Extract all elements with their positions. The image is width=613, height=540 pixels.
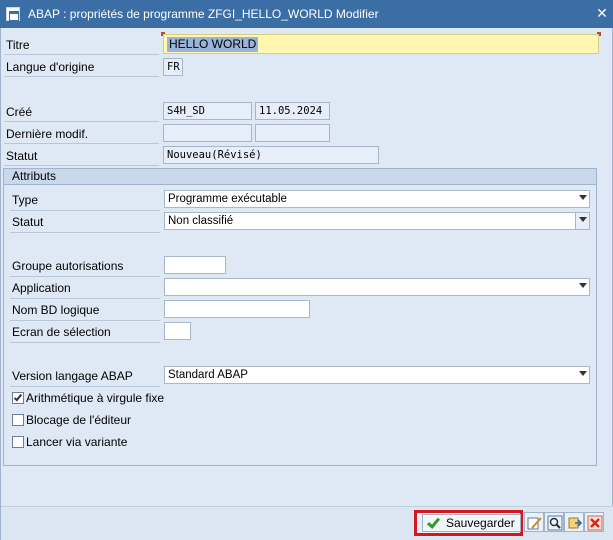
divider <box>10 210 160 211</box>
version-select[interactable]: Standard ABAP <box>164 366 590 384</box>
edit-source-icon <box>527 517 542 530</box>
version-value: Standard ABAP <box>168 369 248 381</box>
modif-label: Dernière modif. <box>6 127 89 141</box>
window-titlebar: ABAP : propriétés de programme ZFGI_HELL… <box>0 0 613 28</box>
attr-statut-label: Statut <box>12 215 44 229</box>
type-label: Type <box>12 193 39 207</box>
langue-label: Langue d'origine <box>6 60 95 74</box>
sap-window-icon <box>6 7 20 21</box>
application-select[interactable] <box>164 278 590 296</box>
checkmark-icon <box>13 392 23 402</box>
divider <box>4 54 159 55</box>
dropdown-button[interactable] <box>575 213 589 229</box>
required-marker <box>597 32 601 36</box>
cree-date-field[interactable]: 11.05.2024 <box>255 102 330 120</box>
chevron-down-icon <box>579 217 587 222</box>
save-button-label: Sauvegarder <box>446 516 515 530</box>
langue-field[interactable]: FR <box>163 58 183 76</box>
edit-source-button[interactable] <box>524 512 544 532</box>
arithmetique-label: Arithmétique à virgule fixe <box>26 391 165 405</box>
nombd-input[interactable] <box>164 300 310 318</box>
window-close-icon[interactable]: ✕ <box>595 6 609 20</box>
groupe-label: Groupe autorisations <box>12 259 124 273</box>
cancel-icon <box>587 515 603 531</box>
divider <box>4 165 159 166</box>
transport-icon <box>568 517 583 529</box>
nombd-label: Nom BD logique <box>12 303 100 317</box>
transport-button[interactable] <box>564 512 584 532</box>
ecran-label: Ecran de sélection <box>12 325 111 339</box>
statut-field[interactable]: Nouveau(Révisé) <box>163 146 379 164</box>
arithmetique-checkbox[interactable] <box>12 392 24 404</box>
ecran-input[interactable] <box>164 322 191 340</box>
variante-checkbox[interactable] <box>12 436 24 448</box>
chevron-down-icon[interactable] <box>579 371 587 376</box>
attr-statut-select[interactable]: Non classifié <box>164 212 590 230</box>
divider <box>10 342 160 343</box>
check-icon <box>426 516 440 530</box>
version-label: Version langage ABAP <box>12 369 133 383</box>
cree-label: Créé <box>6 105 33 119</box>
modif-user-field[interactable] <box>163 124 252 142</box>
divider <box>4 143 159 144</box>
type-value: Programme exécutable <box>168 193 287 205</box>
titre-label: Titre <box>6 38 30 52</box>
variante-label: Lancer via variante <box>26 435 128 449</box>
dialog-body: Titre HELLO WORLD Langue d'origine FR Cr… <box>0 28 613 540</box>
cancel-button[interactable] <box>584 512 604 532</box>
window-title: ABAP : propriétés de programme ZFGI_HELL… <box>28 7 379 21</box>
type-select[interactable]: Programme exécutable <box>164 190 590 208</box>
divider <box>10 320 160 321</box>
divider <box>10 386 160 387</box>
save-button[interactable]: Sauvegarder <box>414 510 523 536</box>
attributs-group-title: Attributs <box>4 169 596 185</box>
titre-input[interactable]: HELLO WORLD <box>163 34 599 54</box>
divider <box>4 76 159 77</box>
attributs-group: Attributs Type Programme exécutable Stat… <box>3 168 597 466</box>
save-button-inner: Sauvegarder <box>422 514 521 532</box>
groupe-input[interactable] <box>164 256 226 274</box>
attr-statut-value: Non classifié <box>168 215 234 227</box>
blocage-checkbox[interactable] <box>12 414 24 426</box>
divider <box>10 298 160 299</box>
chevron-down-icon[interactable] <box>579 195 587 200</box>
search-button[interactable] <box>544 512 564 532</box>
application-label: Application <box>12 281 71 295</box>
statut-label: Statut <box>6 149 38 163</box>
modif-date-field[interactable] <box>255 124 330 142</box>
divider <box>10 276 160 277</box>
titre-value: HELLO WORLD <box>167 37 259 52</box>
required-marker <box>161 32 165 36</box>
chevron-down-icon[interactable] <box>579 283 587 288</box>
divider <box>4 121 159 122</box>
divider <box>10 232 160 233</box>
search-icon <box>547 515 563 531</box>
blocage-label: Blocage de l'éditeur <box>26 413 132 427</box>
cree-user-field[interactable]: S4H_SD <box>163 102 252 120</box>
